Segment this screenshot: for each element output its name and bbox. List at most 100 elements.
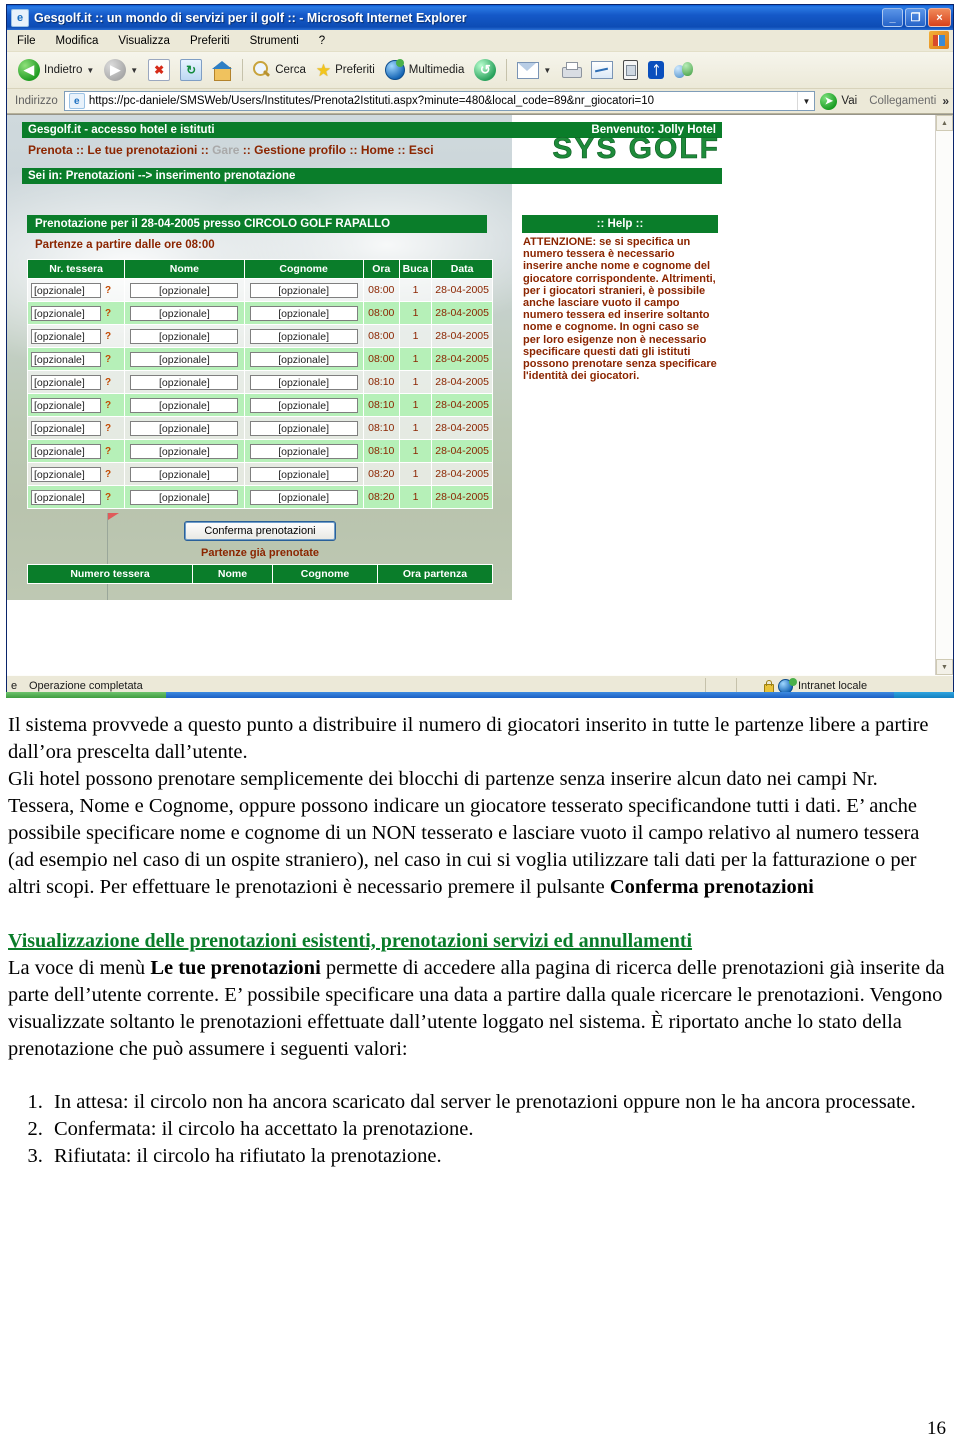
- nr-tessera-input[interactable]: [opzionale]: [31, 489, 101, 505]
- edit-button[interactable]: [586, 59, 618, 81]
- cell-buca: 1: [398, 324, 433, 348]
- cognome-input[interactable]: [opzionale]: [249, 443, 358, 459]
- help-question-icon[interactable]: ?: [105, 423, 111, 434]
- messenger-button[interactable]: [669, 60, 699, 81]
- search-button[interactable]: Cerca: [248, 59, 311, 81]
- page-vertical-scrollbar[interactable]: ▲ ▼: [935, 115, 953, 675]
- nr-tessera-input[interactable]: [opzionale]: [31, 466, 101, 482]
- nav-item-gestione-profilo[interactable]: Gestione profilo: [254, 143, 346, 157]
- refresh-button[interactable]: ↻: [175, 57, 207, 83]
- chevron-down-icon-forward[interactable]: ▼: [130, 66, 138, 75]
- cell-cognome: [opzionale]: [243, 324, 364, 348]
- scroll-down-icon[interactable]: ▼: [936, 659, 953, 675]
- help-question-icon[interactable]: ?: [105, 354, 111, 365]
- nome-input[interactable]: [opzionale]: [130, 328, 239, 344]
- menu-bar: File Modifica Visualizza Preferiti Strum…: [7, 30, 953, 52]
- forward-button[interactable]: ▶ ▼: [99, 57, 143, 83]
- nome-input[interactable]: [opzionale]: [130, 443, 239, 459]
- toolbar-overflow-icon[interactable]: »: [942, 94, 949, 108]
- cognome-input[interactable]: [opzionale]: [249, 328, 358, 344]
- history-button[interactable]: ↺: [469, 57, 501, 83]
- help-question-icon[interactable]: ?: [105, 400, 111, 411]
- nome-input[interactable]: [opzionale]: [130, 466, 239, 482]
- cognome-input[interactable]: [opzionale]: [249, 489, 358, 505]
- links-label[interactable]: Collegamenti: [869, 95, 936, 107]
- nav-sep-1: ::: [76, 143, 85, 157]
- cell-data: 28-04-2005: [431, 347, 493, 371]
- chevron-down-icon-mail[interactable]: ▼: [543, 66, 551, 75]
- title-bar: e Gesgolf.it :: un mondo di servizi per …: [7, 5, 953, 30]
- nav-item-home[interactable]: Home: [361, 143, 394, 157]
- help-question-icon[interactable]: ?: [105, 446, 111, 457]
- scrollbar-track[interactable]: [936, 131, 953, 659]
- cell-data: 28-04-2005: [431, 324, 493, 348]
- help-question-icon[interactable]: ?: [105, 492, 111, 503]
- nav-item-prenota[interactable]: Prenota: [28, 143, 73, 157]
- nr-tessera-input[interactable]: [opzionale]: [31, 328, 101, 344]
- nome-input[interactable]: [opzionale]: [130, 351, 239, 367]
- cognome-input[interactable]: [opzionale]: [249, 374, 358, 390]
- multimedia-button[interactable]: Multimedia: [380, 58, 470, 82]
- nav-item-le-tue-prenotazioni[interactable]: Le tue prenotazioni: [87, 143, 197, 157]
- minimize-button[interactable]: _: [882, 8, 903, 27]
- menu-item-help[interactable]: ?: [319, 35, 325, 47]
- help-question-icon[interactable]: ?: [105, 377, 111, 388]
- menu-item-visualizza[interactable]: Visualizza: [118, 35, 170, 47]
- maximize-button[interactable]: ❐: [905, 8, 926, 27]
- nr-tessera-input[interactable]: [opzionale]: [31, 305, 101, 321]
- booking-table: Nr. tessera Nome Cognome Ora Buca Data […: [26, 259, 493, 509]
- nr-tessera-input[interactable]: [opzionale]: [31, 282, 101, 298]
- menu-item-strumenti[interactable]: Strumenti: [250, 35, 299, 47]
- print-button[interactable]: [556, 60, 586, 80]
- nav-item-esci[interactable]: Esci: [409, 143, 434, 157]
- help-question-icon[interactable]: ?: [105, 285, 111, 296]
- windows-flag-icon: [929, 31, 949, 49]
- nome-input[interactable]: [opzionale]: [130, 420, 239, 436]
- nr-tessera-input[interactable]: [opzionale]: [31, 374, 101, 390]
- nome-input[interactable]: [opzionale]: [130, 282, 239, 298]
- menu-item-file[interactable]: File: [17, 35, 36, 47]
- bluetooth-button[interactable]: ᛏ: [643, 59, 669, 81]
- cognome-input[interactable]: [opzionale]: [249, 351, 358, 367]
- cell-nome: [opzionale]: [124, 347, 245, 371]
- mail-button[interactable]: ▼: [512, 60, 556, 81]
- stop-button[interactable]: ✖: [143, 57, 175, 83]
- nome-input[interactable]: [opzionale]: [130, 305, 239, 321]
- nome-input[interactable]: [opzionale]: [130, 374, 239, 390]
- confirm-bookings-button[interactable]: Conferma prenotazioni: [184, 521, 336, 541]
- booking-table-header-row: Nr. tessera Nome Cognome Ora Buca Data: [26, 259, 493, 279]
- close-button[interactable]: ×: [928, 8, 951, 27]
- cell-buca: 1: [398, 393, 433, 417]
- help-question-icon[interactable]: ?: [105, 308, 111, 319]
- scroll-up-icon[interactable]: ▲: [936, 115, 953, 131]
- cognome-input[interactable]: [opzionale]: [249, 282, 358, 298]
- nome-input[interactable]: [opzionale]: [130, 489, 239, 505]
- go-button[interactable]: ➤ Vai: [820, 92, 857, 110]
- address-dropdown-icon[interactable]: ▼: [797, 92, 814, 110]
- cell-data: 28-04-2005: [431, 301, 493, 325]
- nr-tessera-input[interactable]: [opzionale]: [31, 397, 101, 413]
- pda-button[interactable]: [618, 58, 643, 82]
- back-button[interactable]: ◀ Indietro ▼: [13, 57, 99, 83]
- cognome-input[interactable]: [opzionale]: [249, 466, 358, 482]
- taskbar-strip: [6, 692, 954, 698]
- cognome-input[interactable]: [opzionale]: [249, 420, 358, 436]
- cognome-input[interactable]: [opzionale]: [249, 305, 358, 321]
- cell-ora: 08:10: [362, 439, 400, 463]
- nr-tessera-input[interactable]: [opzionale]: [31, 420, 101, 436]
- menu-item-preferiti[interactable]: Preferiti: [190, 35, 230, 47]
- cell-ora: 08:10: [362, 416, 400, 440]
- favorites-button[interactable]: ★ Preferiti: [311, 60, 380, 81]
- nr-tessera-input[interactable]: [opzionale]: [31, 351, 101, 367]
- address-input[interactable]: e https://pc-daniele/SMSWeb/Users/Instit…: [63, 91, 816, 111]
- chevron-down-icon[interactable]: ▼: [86, 66, 94, 75]
- help-question-icon[interactable]: ?: [105, 331, 111, 342]
- cell-buca: 1: [398, 485, 433, 509]
- nome-input[interactable]: [opzionale]: [130, 397, 239, 413]
- cell-nome: [opzionale]: [124, 462, 245, 486]
- menu-item-modifica[interactable]: Modifica: [56, 35, 99, 47]
- help-question-icon[interactable]: ?: [105, 469, 111, 480]
- cognome-input[interactable]: [opzionale]: [249, 397, 358, 413]
- nr-tessera-input[interactable]: [opzionale]: [31, 443, 101, 459]
- home-button[interactable]: [207, 59, 237, 82]
